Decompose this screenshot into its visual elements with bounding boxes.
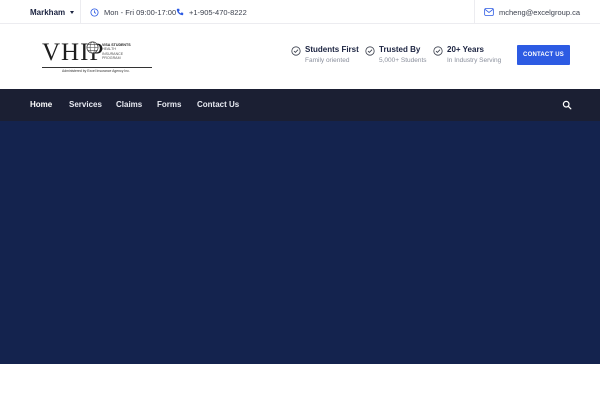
- chevron-down-icon: [70, 10, 75, 14]
- site-header: VHIP VISA STUDENTS HEALTH INSURANCE PROG…: [0, 24, 600, 89]
- nav-item-services[interactable]: Services: [69, 89, 102, 121]
- email-text: mcheng@excelgroup.ca: [499, 7, 580, 17]
- feature-subtitle: Family oriented: [305, 57, 350, 64]
- feature-subtitle: 5,000+ Students: [379, 57, 427, 64]
- globe-icon: [86, 41, 99, 54]
- logo-tagline-line: PROGRAM: [102, 55, 121, 60]
- topbar-divider: [80, 0, 81, 24]
- topbar-divider: [474, 0, 475, 24]
- site-logo[interactable]: VHIP VISA STUDENTS HEALTH INSURANCE PROG…: [42, 40, 154, 78]
- logo-tagline: VISA STUDENTS HEALTH INSURANCE PROGRAM: [102, 43, 142, 60]
- main-nav: Home Services Claims Forms Contact Us: [0, 89, 600, 121]
- top-bar: Markham Mon - Fri 09:00-17:00 +1-905-470…: [0, 0, 600, 24]
- email-link[interactable]: mcheng@excelgroup.ca: [484, 5, 580, 19]
- business-hours: Mon - Fri 09:00-17:00: [90, 5, 176, 19]
- contact-us-button[interactable]: CONTACT US: [517, 45, 570, 65]
- location-label: Markham: [30, 7, 66, 17]
- page-below-hero: [0, 364, 600, 400]
- phone-icon: [176, 8, 184, 16]
- feature-title: Students First: [305, 45, 359, 54]
- hours-text: Mon - Fri 09:00-17:00: [104, 7, 177, 17]
- logo-underline: [42, 67, 152, 68]
- feature-title: Trusted By: [379, 45, 421, 54]
- nav-item-forms[interactable]: Forms: [157, 89, 181, 121]
- logo-administered-by: Administered by Excel Insurance Agency I…: [62, 69, 130, 73]
- check-circle-icon: [433, 46, 443, 56]
- nav-item-claims[interactable]: Claims: [116, 89, 142, 121]
- check-circle-icon: [365, 46, 375, 56]
- nav-item-home[interactable]: Home: [30, 89, 52, 121]
- search-icon[interactable]: [562, 100, 572, 110]
- feature-subtitle: In Industry Serving: [447, 57, 502, 64]
- mail-icon: [484, 8, 494, 16]
- clock-icon: [90, 7, 99, 17]
- feature-title: 20+ Years: [447, 45, 485, 54]
- phone-link[interactable]: +1-905-470-8222: [176, 5, 247, 19]
- hero-banner: [0, 121, 600, 364]
- nav-item-contact-us[interactable]: Contact Us: [197, 89, 239, 121]
- check-circle-icon: [291, 46, 301, 56]
- phone-text: +1-905-470-8222: [189, 7, 247, 17]
- location-selector[interactable]: Markham: [30, 5, 75, 19]
